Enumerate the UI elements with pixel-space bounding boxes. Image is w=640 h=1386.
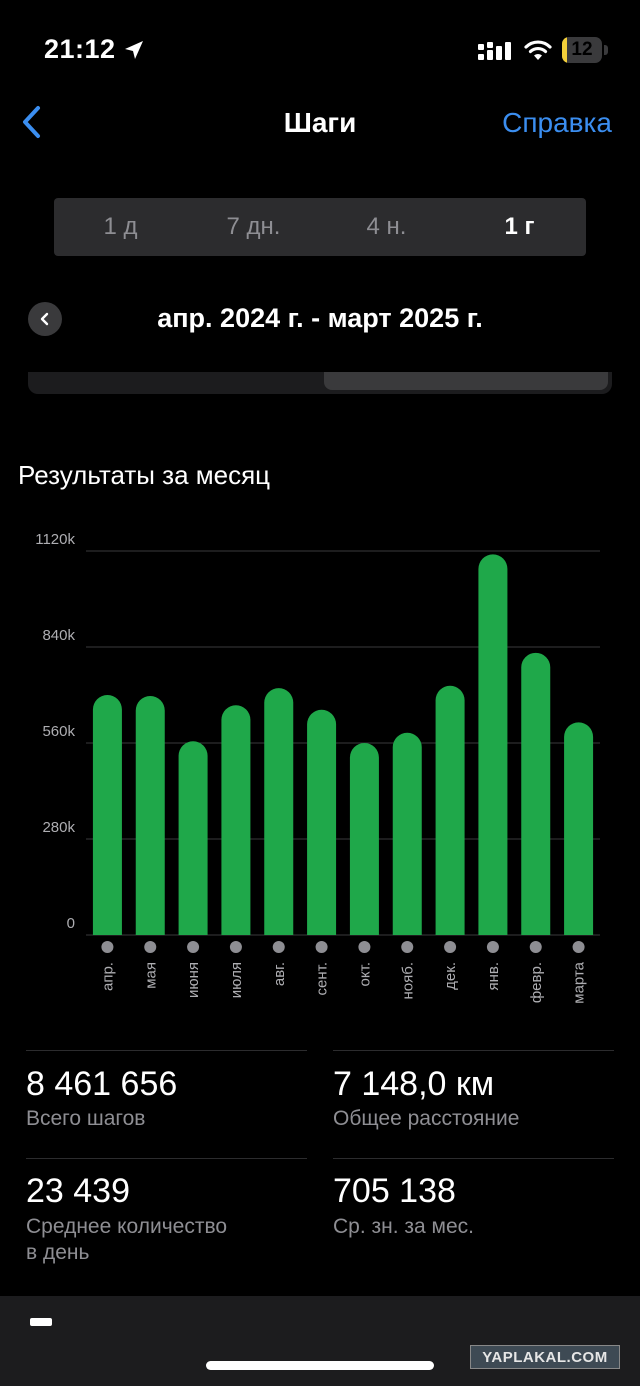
x-tick-dot	[572, 941, 585, 953]
chart-bar[interactable]	[307, 709, 337, 935]
cellular-signal-icon	[478, 42, 511, 60]
chart-bar[interactable]	[178, 741, 208, 935]
date-range-label: апр. 2024 г. - март 2025 г.	[157, 303, 483, 333]
x-tick-label: марта	[571, 961, 588, 1003]
chart-bar[interactable]	[564, 722, 594, 935]
x-tick-dot	[358, 941, 371, 953]
next-section-peek	[30, 1318, 52, 1326]
range-tab-month[interactable]: 4 н.	[320, 198, 453, 256]
range-segmented-control: 1 д 7 дн. 4 н. 1 г	[54, 198, 586, 256]
x-tick-dot	[101, 941, 114, 953]
sub-segment-selected	[324, 372, 608, 390]
chart-bar[interactable]	[521, 652, 551, 935]
x-tick-dot	[401, 941, 414, 953]
daily-average-value: 23 439	[26, 1172, 130, 1210]
range-tab-day[interactable]: 1 д	[54, 198, 187, 256]
x-tick-label: дек.	[442, 962, 459, 990]
x-tick-dot	[315, 941, 328, 953]
x-tick-label: июля	[228, 962, 245, 998]
stat-divider	[26, 1050, 307, 1051]
x-tick-label: окт.	[356, 962, 373, 986]
chart-bar[interactable]	[435, 685, 465, 935]
range-tab-week[interactable]: 7 дн.	[187, 198, 320, 256]
y-tick-label: 1120k	[35, 531, 75, 548]
chart-bar[interactable]	[264, 688, 294, 935]
monthly-steps-chart: 1120k 840k 560k 280k 0 апр. мая июня июля авг. сен…	[35, 531, 600, 1004]
chart-bar[interactable]	[478, 554, 508, 935]
sub-segment-strip[interactable]	[28, 372, 612, 394]
x-tick-label: мая	[142, 962, 159, 989]
y-tick-label: 0	[67, 915, 75, 932]
x-tick-label: нояб.	[399, 962, 416, 1000]
x-tick-dot	[272, 941, 285, 953]
next-section-card[interactable]	[0, 1296, 640, 1386]
battery-tip	[604, 45, 608, 55]
section-title: Результаты за месяц	[18, 460, 271, 490]
page-title: Шаги	[283, 107, 357, 138]
stat-divider	[333, 1050, 614, 1051]
status-time: 21:12	[44, 34, 116, 64]
x-tick-dot	[229, 941, 242, 953]
x-tick-dot	[444, 941, 457, 953]
range-tab-year[interactable]: 1 г	[453, 198, 586, 256]
chart-bar[interactable]	[392, 732, 422, 935]
monthly-average-label: Ср. зн. за мес.	[333, 1215, 475, 1238]
x-tick-dot	[187, 941, 200, 953]
help-link[interactable]: Справка	[502, 107, 612, 139]
chevron-left-icon	[40, 312, 49, 326]
location-arrow-icon	[125, 41, 143, 59]
y-tick-label: 840k	[42, 627, 75, 644]
x-tick-dot	[144, 941, 157, 953]
daily-average-label: Среднее количество в день	[26, 1215, 228, 1264]
total-steps-value: 8 461 656	[26, 1065, 178, 1103]
x-tick-label: апр.	[99, 962, 116, 991]
battery-percent: 12	[571, 39, 593, 60]
x-tick-label: янв.	[485, 962, 502, 991]
monthly-average-value: 705 138	[333, 1172, 456, 1210]
total-distance-label: Общее расстояние	[333, 1107, 520, 1130]
stat-divider	[26, 1158, 307, 1159]
x-tick-label: авг.	[271, 962, 288, 986]
y-tick-label: 280k	[42, 819, 75, 836]
home-indicator[interactable]	[206, 1361, 434, 1370]
chart-bar[interactable]	[221, 705, 251, 935]
x-tick-label: февр.	[528, 962, 545, 1003]
x-tick-dot	[486, 941, 499, 953]
wifi-icon	[524, 40, 552, 60]
watermark: YAPLAKAL.COM	[470, 1345, 620, 1369]
battery-icon: 12	[562, 37, 602, 63]
x-tick-label: сент.	[314, 962, 331, 996]
previous-period-button[interactable]	[28, 302, 62, 336]
total-distance-value: 7 148,0 км	[333, 1065, 495, 1103]
chart-bar[interactable]	[349, 743, 379, 935]
back-chevron-icon[interactable]	[18, 104, 48, 140]
stat-divider	[333, 1158, 614, 1159]
x-tick-label: июня	[185, 962, 202, 998]
y-tick-label: 560k	[42, 723, 75, 740]
chart-bar[interactable]	[135, 696, 165, 935]
total-steps-label: Всего шагов	[26, 1107, 146, 1130]
x-tick-dot	[529, 941, 542, 953]
chart-bar[interactable]	[92, 695, 122, 935]
